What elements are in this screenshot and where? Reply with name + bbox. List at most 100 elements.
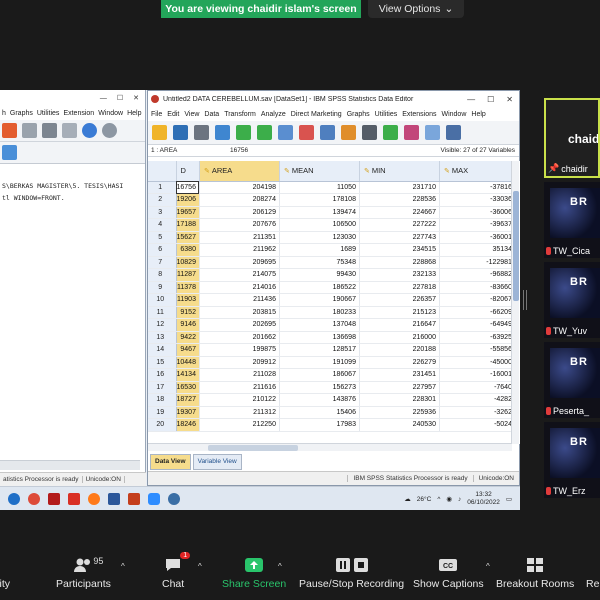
insert-variable-icon[interactable] <box>404 125 419 140</box>
menu-analyze[interactable]: Analyze <box>261 111 286 118</box>
row-number[interactable]: 1 <box>148 181 177 194</box>
table-cell[interactable]: 228301 <box>359 393 440 407</box>
save-icon[interactable] <box>173 125 188 140</box>
table-cell[interactable]: -4282 <box>439 393 516 407</box>
table-cell[interactable]: 186067 <box>279 368 360 382</box>
scrollbar-thumb[interactable] <box>208 445 298 451</box>
menu-window[interactable]: Window <box>441 111 466 118</box>
volume-icon[interactable]: ♪ <box>458 496 461 503</box>
security-button[interactable]: rity <box>0 556 10 598</box>
chevron-up-icon[interactable]: ^ <box>486 562 490 571</box>
acrobat-icon[interactable] <box>68 492 80 505</box>
row-number[interactable]: 4 <box>148 218 177 232</box>
table-cell[interactable]: -36001 <box>439 231 516 244</box>
table-cell[interactable]: 17188 <box>176 218 200 232</box>
mendeley-icon[interactable] <box>48 492 60 505</box>
menu-item[interactable]: Help <box>127 110 141 117</box>
table-cell[interactable]: -16001 <box>439 368 516 382</box>
table-cell[interactable]: 227743 <box>359 231 440 244</box>
tab-variable-view[interactable]: Variable View <box>192 454 242 470</box>
clock[interactable]: 13:32 06/10/2022 <box>467 491 500 507</box>
table-cell[interactable]: 228536 <box>359 193 440 207</box>
table-cell[interactable]: 226357 <box>359 293 440 307</box>
menu-transform[interactable]: Transform <box>224 111 256 118</box>
table-cell[interactable]: 211351 <box>199 231 280 244</box>
table-cell[interactable]: 208274 <box>199 193 280 207</box>
table-cell[interactable]: 231710 <box>359 181 440 194</box>
table-cell[interactable]: 225936 <box>359 406 440 419</box>
table-cell[interactable]: 215123 <box>359 306 440 319</box>
menu-item[interactable]: h <box>2 110 6 117</box>
run-icon[interactable] <box>2 145 17 160</box>
table-cell[interactable]: 216000 <box>359 331 440 344</box>
table-cell[interactable]: 143876 <box>279 393 360 407</box>
row-number[interactable]: 18 <box>148 393 177 407</box>
table-cell[interactable]: 226279 <box>359 356 440 369</box>
tray-arrow-icon[interactable]: ^ <box>437 496 440 503</box>
vertical-scrollbar[interactable] <box>511 161 519 444</box>
table-cell[interactable]: 10829 <box>176 256 200 269</box>
weight-cases-icon[interactable] <box>446 125 461 140</box>
table-cell[interactable]: 220188 <box>359 343 440 357</box>
syntax-horizontal-scrollbar[interactable] <box>0 460 140 470</box>
export-icon[interactable] <box>62 123 77 138</box>
table-cell[interactable]: 234515 <box>359 243 440 257</box>
goto-variable-icon[interactable] <box>299 125 314 140</box>
row-number[interactable]: 3 <box>148 206 177 219</box>
row-number[interactable]: 19 <box>148 406 177 419</box>
table-cell[interactable]: 232133 <box>359 268 440 282</box>
table-cell[interactable]: -45000 <box>439 356 516 369</box>
menu-edit[interactable]: Edit <box>167 111 179 118</box>
chat-button[interactable]: 1 Chat <box>162 552 191 598</box>
column-header-area[interactable]: ✎ AREA <box>199 161 280 182</box>
notification-icon[interactable]: ▭ <box>506 495 512 503</box>
view-options-button[interactable]: View Options ⌄ <box>368 0 464 18</box>
minimize-icon[interactable]: — <box>467 95 475 104</box>
table-cell[interactable]: 1689 <box>279 243 360 257</box>
table-cell[interactable]: 136698 <box>279 331 360 344</box>
close-icon[interactable]: ✕ <box>133 94 139 102</box>
table-cell[interactable]: 180233 <box>279 306 360 319</box>
table-cell[interactable]: 224667 <box>359 206 440 219</box>
table-cell[interactable]: 75348 <box>279 256 360 269</box>
table-cell[interactable]: -96882 <box>439 268 516 282</box>
table-cell[interactable]: 16756 <box>176 181 200 194</box>
table-cell[interactable]: 15406 <box>279 406 360 419</box>
menu-extensions[interactable]: Extensions <box>402 111 436 118</box>
redo-icon[interactable] <box>257 125 272 140</box>
menu-item[interactable]: Utilities <box>37 110 60 117</box>
minimize-icon[interactable]: — <box>100 95 107 102</box>
table-cell[interactable]: -37816 <box>439 181 516 194</box>
edge-icon[interactable] <box>8 492 20 505</box>
table-cell[interactable]: 9467 <box>176 343 200 357</box>
table-cell[interactable]: 227222 <box>359 218 440 232</box>
row-number[interactable]: 7 <box>148 256 177 269</box>
row-number[interactable]: 5 <box>148 231 177 244</box>
participant-tile[interactable]: BR Peserta_ <box>544 342 600 418</box>
syntax-editor[interactable]: S\BERKAS MAGISTER\5. TESIS\HASI tl WINDO… <box>0 180 140 204</box>
open-folder-icon[interactable] <box>152 125 167 140</box>
active-cell-value[interactable]: 16756 <box>226 147 440 154</box>
table-cell[interactable]: -82067 <box>439 293 516 307</box>
table-cell[interactable]: 211312 <box>199 406 280 419</box>
table-cell[interactable]: 199875 <box>199 343 280 357</box>
row-number[interactable]: 9 <box>148 281 177 294</box>
table-cell[interactable]: 16530 <box>176 381 200 394</box>
table-cell[interactable]: 14134 <box>176 368 200 382</box>
table-cell[interactable]: 17983 <box>279 418 360 432</box>
table-cell[interactable]: -36006 <box>439 206 516 219</box>
table-cell[interactable]: 211028 <box>199 368 280 382</box>
table-cell[interactable]: 186522 <box>279 281 360 294</box>
participant-tile[interactable]: BR TW_Yuv <box>544 262 600 338</box>
table-cell[interactable]: 6380 <box>176 243 200 257</box>
table-cell[interactable]: 19307 <box>176 406 200 419</box>
table-cell[interactable]: 227957 <box>359 381 440 394</box>
participants-button[interactable]: 95 Participants <box>56 556 111 598</box>
table-cell[interactable]: 209695 <box>199 256 280 269</box>
spss-icon[interactable] <box>168 492 180 505</box>
save-icon[interactable] <box>22 123 37 138</box>
table-cell[interactable]: 9422 <box>176 331 200 344</box>
menu-help[interactable]: Help <box>471 111 485 118</box>
table-cell[interactable]: 206129 <box>199 206 280 219</box>
row-number[interactable]: 10 <box>148 293 177 307</box>
